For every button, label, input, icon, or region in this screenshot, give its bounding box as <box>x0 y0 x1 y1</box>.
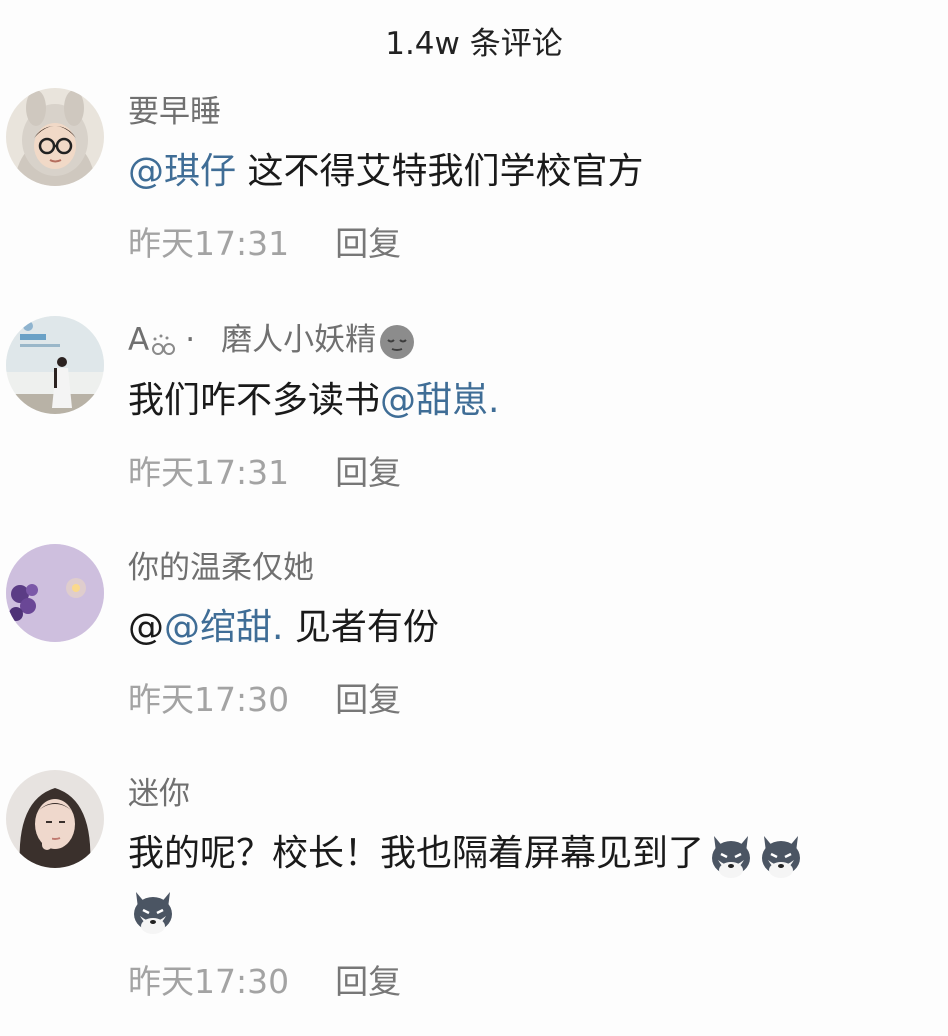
timestamp: 昨天17:30 <box>128 962 290 1001</box>
girl-portrait-avatar-icon <box>6 770 104 868</box>
avatar[interactable] <box>6 316 104 414</box>
comment-meta: 昨天17:30 回复 <box>128 962 928 1002</box>
comment-text: 我的呢？校长！我也隔着屏幕见到了 <box>128 826 918 938</box>
mention-link[interactable]: @绾甜. <box>164 607 283 648</box>
username[interactable]: 要早睡 <box>128 92 928 132</box>
comment-text: @@绾甜. 见者有份 <box>128 600 928 656</box>
reply-button[interactable]: 回复 <box>335 224 401 263</box>
reply-button[interactable]: 回复 <box>335 453 401 492</box>
purple-flowers-avatar-icon <box>6 544 104 642</box>
username[interactable]: 你的温柔仅她 <box>128 548 928 588</box>
avatar[interactable] <box>6 770 104 868</box>
comment-meta: 昨天17:30 回复 <box>128 680 928 720</box>
standing-girl-avatar-icon <box>6 316 104 414</box>
comment-text-segment: 见者有份 <box>283 607 439 648</box>
swirl-decoration-icon <box>152 334 176 355</box>
husky-dog-emoji-icon <box>712 836 751 878</box>
sleepy-face-emoji-icon <box>380 324 415 359</box>
hooded-person-avatar-icon <box>6 88 104 186</box>
username-extra: 磨人小妖精 <box>221 322 377 358</box>
timestamp: 昨天17:31 <box>128 452 290 492</box>
comment-text-segment: 我的呢？校长！我也隔着屏幕见到了 <box>128 833 705 874</box>
mention-link[interactable]: @甜崽. <box>380 380 499 421</box>
avatar[interactable] <box>6 88 104 186</box>
comment-meta: 昨天17:31 回复 <box>128 453 928 493</box>
reply-button[interactable]: 回复 <box>335 680 401 719</box>
reply-button[interactable]: 回复 <box>335 962 401 1001</box>
mention-link[interactable]: @琪仔 <box>128 151 236 192</box>
comment-text: 我们咋不多读书@甜崽. <box>128 373 928 429</box>
avatar[interactable] <box>6 544 104 642</box>
husky-dog-emoji-icon <box>134 892 172 934</box>
comment-text-segment: @ <box>128 607 164 648</box>
comment-count-title: 1.4w 条评论 <box>385 26 563 62</box>
username[interactable]: A · 磨人小妖精 <box>128 320 928 361</box>
timestamp: 昨天17:31 <box>128 224 290 263</box>
username[interactable]: 迷你 <box>128 774 928 814</box>
husky-dog-emoji-icon <box>762 836 801 878</box>
username-separator: · <box>185 322 196 358</box>
comment-text-segment: 我们咋不多读书 <box>128 379 381 421</box>
comment-text-segment: 这不得艾特我们学校官方 <box>236 151 644 192</box>
username-main: A <box>128 322 150 358</box>
comment-text: @琪仔 这不得艾特我们学校官方 <box>128 144 928 200</box>
comment-meta: 昨天17:31 回复 <box>128 224 928 264</box>
timestamp: 昨天17:30 <box>128 680 290 719</box>
